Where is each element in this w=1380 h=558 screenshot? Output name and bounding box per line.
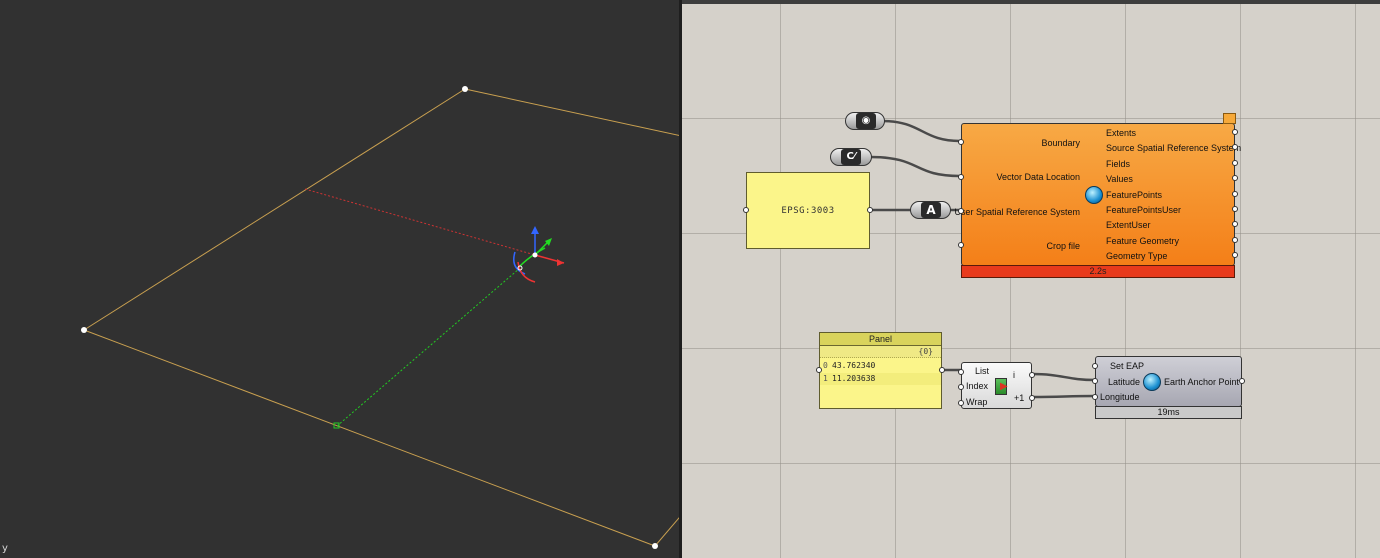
boundary-edge-bottom	[83, 329, 656, 547]
grasshopper-canvas[interactable]: ◉ C⁄ A EPSG:3003 Boundary Vector Data Lo…	[682, 0, 1380, 558]
input-label-user-srs: User Spatial Reference System	[954, 207, 1080, 217]
text-param-icon: A	[921, 202, 941, 218]
text-param-pill[interactable]: A	[910, 201, 951, 219]
input-port[interactable]	[1092, 394, 1098, 400]
list-row: 0 43.762340	[820, 360, 941, 372]
wires-layer	[869, 119, 1096, 399]
list-row-index: 1	[823, 374, 828, 383]
axis-label: y	[2, 543, 8, 554]
epsg-panel-text: EPSG:3003	[781, 206, 835, 216]
wire	[1031, 394, 1096, 399]
wire	[1031, 372, 1096, 382]
input-port[interactable]	[958, 242, 964, 248]
output-label-fields: Fields	[1106, 159, 1131, 169]
output-label-feature-geometry: Feature Geometry	[1106, 236, 1180, 246]
output-port[interactable]	[1239, 378, 1245, 384]
input-port[interactable]	[958, 369, 964, 375]
wire	[881, 119, 961, 143]
vector-component-timer: 2.2s	[961, 265, 1235, 278]
vector-data-component[interactable]: Boundary Vector Data Location User Spati…	[954, 123, 1241, 266]
boundary-outline	[464, 88, 680, 137]
input-label-set-eap: Set EAP	[1110, 361, 1145, 371]
list-row-value: 43.762340	[832, 361, 876, 370]
list-row: 1 11.203638	[820, 373, 941, 385]
panel-input-port[interactable]	[816, 367, 822, 373]
y-axis-dashed	[336, 267, 521, 427]
input-port[interactable]	[958, 208, 964, 214]
list-panel-path: {0}	[820, 346, 941, 358]
corner-point	[462, 86, 468, 92]
earth-anchor-point-component[interactable]: Set EAP Latitude Longitude Earth Anchor …	[1092, 356, 1245, 407]
output-label-extentuser: ExtentUser	[1106, 220, 1151, 230]
output-label-featurepointsuser: FeaturePointsUser	[1106, 205, 1182, 215]
eap-component-timer: 19ms	[1095, 406, 1242, 419]
output-port[interactable]	[1232, 206, 1238, 212]
output-port[interactable]	[1232, 237, 1238, 243]
warning-flag-icon[interactable]	[1223, 113, 1236, 124]
input-label-latitude: Latitude	[1108, 377, 1141, 387]
input-label-list: List	[975, 366, 990, 376]
output-port[interactable]	[1232, 160, 1238, 166]
output-port[interactable]	[1232, 191, 1238, 197]
rhino-viewport[interactable]: y	[0, 0, 680, 558]
output-port[interactable]	[1029, 395, 1035, 401]
boundary-edge-right	[654, 515, 680, 547]
input-label-vector-data-location: Vector Data Location	[996, 172, 1080, 182]
input-label-index: Index	[966, 381, 989, 391]
output-port[interactable]	[1232, 252, 1238, 258]
output-label-geometry-type: Geometry Type	[1106, 251, 1168, 261]
corner-point	[652, 543, 658, 549]
input-port[interactable]	[1092, 363, 1098, 369]
output-label-source-srs: Source Spatial Reference System	[1106, 143, 1242, 153]
globe-icon	[1143, 373, 1161, 391]
output-port[interactable]	[1232, 221, 1238, 227]
output-port[interactable]	[1232, 129, 1238, 135]
corner-point	[81, 327, 87, 333]
list-panel-title: Panel	[820, 333, 941, 346]
viewport-geometry	[81, 86, 680, 549]
panel-input-port[interactable]	[743, 207, 749, 213]
wire	[869, 155, 961, 178]
geometry-param-pill[interactable]: ◉	[845, 112, 885, 130]
output-label-values: Values	[1106, 174, 1133, 184]
input-label-wrap: Wrap	[966, 397, 988, 407]
boundary-edge-left	[83, 88, 466, 331]
input-port[interactable]	[958, 400, 964, 406]
input-label-crop-file: Crop file	[1046, 241, 1080, 251]
output-label-item: i	[1013, 370, 1015, 380]
x-axis-dashed	[304, 188, 536, 256]
output-label-featurepoints: FeaturePoints	[1106, 190, 1163, 200]
output-port[interactable]	[1029, 372, 1035, 378]
input-port[interactable]	[958, 139, 964, 145]
file-path-icon: C⁄	[841, 149, 861, 165]
output-port[interactable]	[1232, 175, 1238, 181]
input-port[interactable]	[958, 174, 964, 180]
output-label-earth-anchor-point: Earth Anchor Point	[1164, 377, 1240, 387]
list-item-arrow-icon: ▶	[1000, 381, 1008, 392]
list-row-index: 0	[823, 361, 828, 370]
input-port[interactable]	[958, 384, 964, 390]
panel-output-port[interactable]	[867, 207, 873, 213]
list-row-value: 11.203638	[832, 374, 876, 383]
input-label-boundary: Boundary	[1041, 138, 1080, 148]
output-port[interactable]	[1232, 144, 1238, 150]
output-label-plus-one: +1	[1014, 393, 1025, 403]
globe-icon	[1085, 186, 1103, 204]
list-panel[interactable]: Panel {0} 0 43.762340 1 11.203638	[816, 332, 945, 409]
file-path-param-pill[interactable]: C⁄	[830, 148, 872, 166]
epsg-panel[interactable]: EPSG:3003	[743, 172, 873, 249]
output-label-extents: Extents	[1106, 128, 1137, 138]
list-item-component[interactable]: List Index Wrap i +1 ▶	[958, 362, 1035, 409]
input-port[interactable]	[1092, 378, 1098, 384]
transform-gizmo	[513, 226, 565, 283]
geometry-hexagon-icon: ◉	[856, 113, 876, 129]
panel-output-port[interactable]	[939, 367, 945, 373]
input-label-longitude: Longitude	[1100, 392, 1140, 402]
